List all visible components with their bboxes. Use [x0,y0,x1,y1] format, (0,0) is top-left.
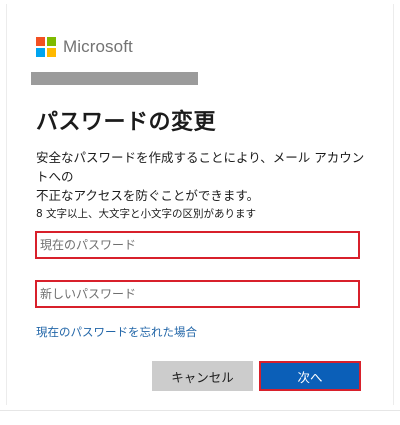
description: 安全なパスワードを作成することにより、メール アカウントへの 不正なアクセスを防… [36,148,366,205]
logo-square-red [36,37,45,46]
current-password-input[interactable] [35,231,360,259]
logo-square-green [47,37,56,46]
forgot-password-link[interactable]: 現在のパスワードを忘れた場合 [36,324,197,340]
microsoft-logo-icon [36,37,56,57]
next-button[interactable]: 次へ [259,361,361,391]
logo-square-blue [36,48,45,57]
page-title: パスワードの変更 [36,110,217,135]
logo-square-yellow [47,48,56,57]
new-password-input[interactable] [35,280,360,308]
redacted-account-bar [31,72,198,85]
description-line-1: 安全なパスワードを作成することにより、メール アカウントへの [36,150,365,184]
description-line-2: 不正なアクセスを防ぐことができます。 [36,188,260,203]
bottom-divider [0,410,400,411]
brand-name: Microsoft [63,37,133,56]
microsoft-logo: Microsoft [36,36,133,58]
password-rule-note: 8 文字以上、大文字と小文字の区別があります [36,208,257,220]
cancel-button[interactable]: キャンセル [152,361,253,391]
